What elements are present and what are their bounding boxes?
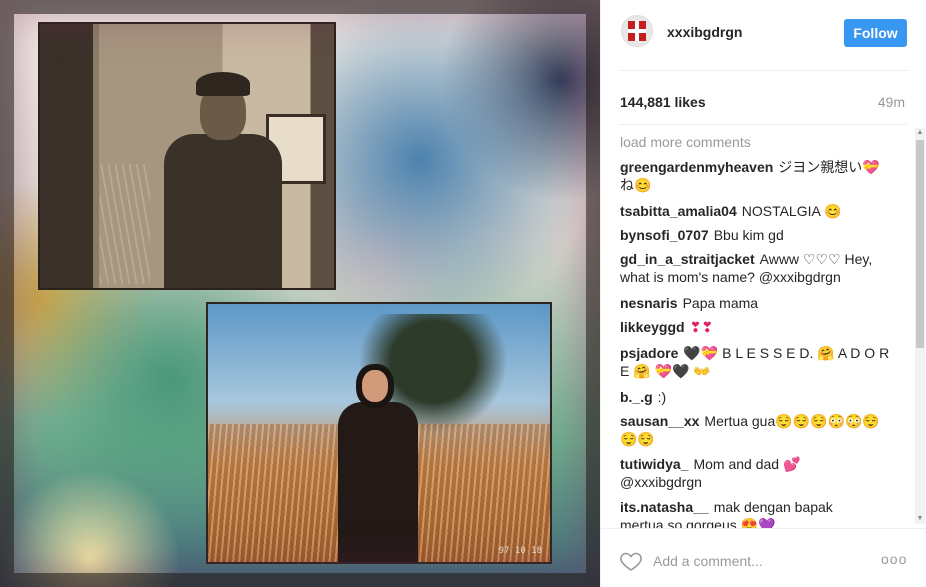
comment-bar: ooo (601, 528, 926, 587)
load-more-comments[interactable]: load more comments (620, 134, 751, 150)
comment-text: Bbu kim gd (713, 227, 784, 243)
comment-text: :) (657, 389, 667, 405)
divider (619, 70, 909, 71)
comment-item: tutiwidya_ Mom and dad 💕 @xxxibgdrgn (620, 455, 904, 491)
comment-text: Papa mama (682, 295, 759, 311)
film-frame-edge (0, 0, 600, 587)
username-link[interactable]: xxxibgdrgn (667, 24, 742, 40)
comment-text-continued: 😌😌 (620, 431, 655, 447)
comment-text-continued: mertua so gorgeus 😍💜 (620, 517, 776, 528)
scroll-thumb[interactable] (916, 140, 924, 348)
comment-username[interactable]: gd_in_a_straitjacket (620, 251, 755, 267)
comment-text: Awww ♡♡♡ Hey, (759, 251, 873, 267)
heart-icon[interactable] (619, 549, 643, 573)
more-options-icon[interactable]: ooo (881, 551, 907, 567)
comment-text: ジヨン親想い💝 (778, 159, 880, 175)
comment-text: Mertua gua😌😌😌😳😳😌 (704, 413, 880, 429)
comment-username[interactable]: bynsofi_0707 (620, 227, 709, 243)
post-image[interactable]: 97 10 18 (0, 0, 600, 587)
comment-item: gd_in_a_straitjacket Awww ♡♡♡ Hey, what i… (620, 250, 904, 286)
comment-item: likkeyggd ❣❣ (620, 318, 904, 336)
likes-count[interactable]: 144,881 likes (620, 94, 706, 110)
comment-text: NOSTALGIA 😊 (741, 203, 842, 219)
comment-item: sausan__xx Mertua gua😌😌😌😳😳😌 😌😌 (620, 412, 904, 448)
flag-icon (628, 21, 646, 41)
comment-text: mak dengan bapak (713, 499, 833, 515)
comment-username[interactable]: sausan__xx (620, 413, 699, 429)
comment-item: bynsofi_0707 Bbu kim gd (620, 226, 904, 244)
follow-button[interactable]: Follow (844, 19, 907, 47)
comment-item: tsabitta_amalia04 NOSTALGIA 😊 (620, 202, 904, 220)
comment-username[interactable]: psjadore (620, 345, 678, 361)
comments-list: load more comments greengardenmyheaven ジヨ… (601, 124, 926, 528)
comment-text-continued: what is mom's name? @xxxibgdrgn (620, 269, 841, 285)
comment-username[interactable]: likkeyggd (620, 319, 685, 335)
comment-username[interactable]: greengardenmyheaven (620, 159, 773, 175)
comment-item: nesnaris Papa mama (620, 294, 904, 312)
comment-item: greengardenmyheaven ジヨン親想い💝 ね😊 (620, 158, 904, 194)
comments-scrollbar[interactable]: ▲ ▼ (915, 128, 925, 524)
post-time[interactable]: 49m (878, 94, 905, 110)
scroll-down-arrow-icon[interactable]: ▼ (915, 514, 925, 524)
comment-username[interactable]: its.natasha__ (620, 499, 709, 515)
post-header: xxxibgdrgn Follow (601, 0, 926, 71)
comment-mention[interactable]: @xxxibgdrgn (620, 474, 702, 490)
comment-item: its.natasha__ mak dengan bapak mertua so … (620, 498, 904, 528)
comment-item: b._.g:) (620, 388, 904, 406)
add-comment-input[interactable] (653, 549, 863, 573)
post-sidebar: xxxibgdrgn Follow 144,881 likes 49m load… (600, 0, 926, 587)
comment-text: ❣❣ (689, 319, 714, 335)
comment-username[interactable]: b._.g (620, 389, 653, 405)
comment-text: Mom and dad 💕 (693, 456, 801, 472)
scroll-up-arrow-icon[interactable]: ▲ (915, 128, 925, 138)
comment-text: 🖤💝 B L E S S E D. 🤗 A D O R (683, 345, 890, 361)
comment-username[interactable]: tsabitta_amalia04 (620, 203, 737, 219)
comment-text-continued: ね😊 (620, 177, 652, 193)
comment-text-continued: E 🤗 💝🖤 👐 (620, 363, 711, 379)
comment-item: psjadore 🖤💝 B L E S S E D. 🤗 A D O R E 🤗 … (620, 344, 904, 380)
comment-username[interactable]: nesnaris (620, 295, 678, 311)
avatar[interactable] (621, 15, 653, 47)
comment-username[interactable]: tutiwidya_ (620, 456, 688, 472)
